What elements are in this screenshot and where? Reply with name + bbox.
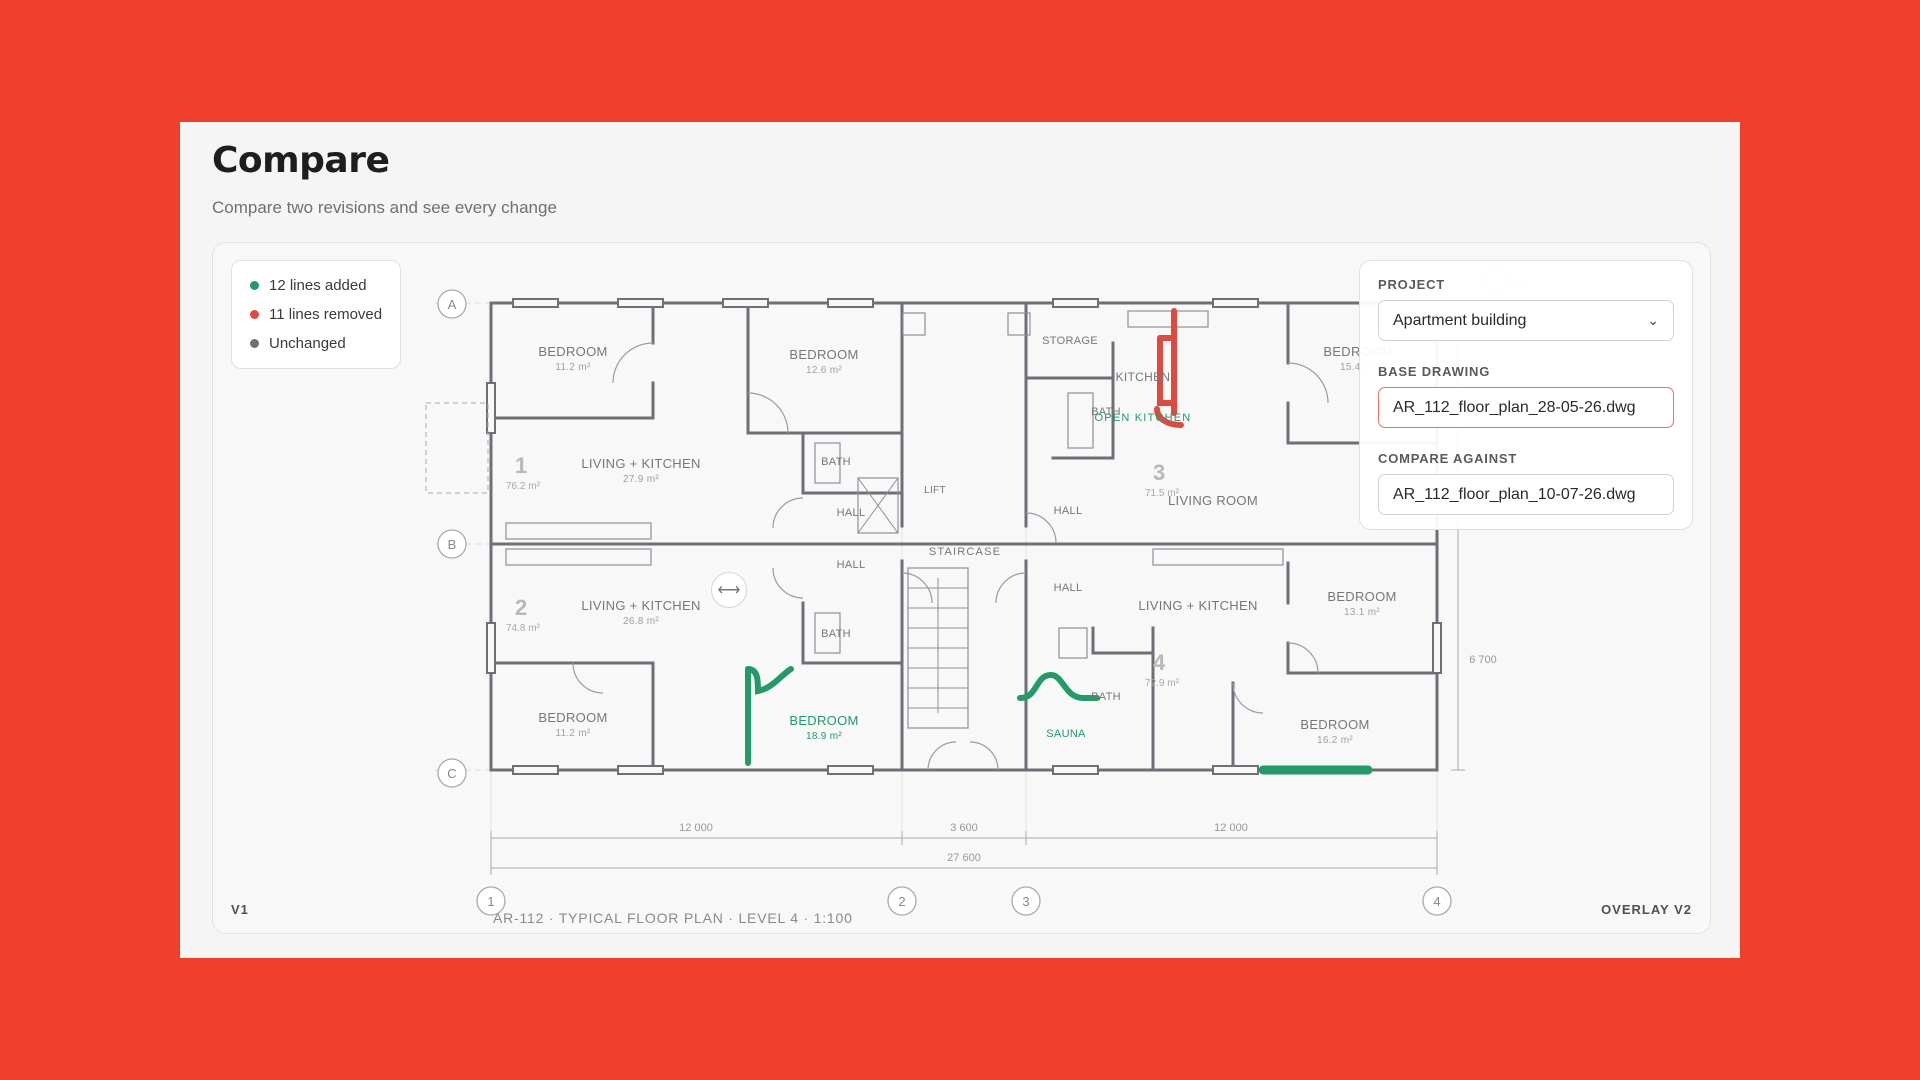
compare-window: Compare Compare two revisions and see ev… (180, 122, 1740, 958)
room-label-6: LIFT (924, 485, 946, 496)
grid-col-1: 1 (487, 894, 494, 909)
legend-added-label: 12 lines added (269, 277, 367, 294)
room-label-1: BEDROOM (538, 344, 607, 359)
room-label-24: BEDROOM (1327, 589, 1396, 604)
unit-number-4: 4 (1153, 650, 1166, 675)
room-label-5: HALL (837, 507, 866, 519)
grid-row-a: A (448, 297, 457, 312)
version-right-label: OVERLAY V2 (1601, 902, 1692, 917)
compare-against-value: AR_112_floor_plan_10-07-26.dwg (1393, 485, 1636, 503)
dimension-height: 6 700 (1469, 654, 1497, 666)
swap-horizontal-icon: ⟷ (717, 582, 741, 599)
room-area-2: 12.6 m² (806, 365, 842, 376)
unit-number-2: 2 (515, 595, 527, 620)
room-area-24: 13.1 m² (1344, 607, 1380, 618)
unit-area-1: 76.2 m² (506, 481, 541, 492)
room-label-4: BATH (821, 456, 851, 468)
compare-settings-panel: PROJECT Apartment building ⌄ BASE DRAWIN… (1359, 260, 1693, 530)
plan-caption: AR-112 · TYPICAL FLOOR PLAN · LEVEL 4 · … (493, 910, 853, 926)
room-label-22: SAUNA (1046, 728, 1086, 740)
grid-col-2: 2 (898, 894, 905, 909)
room-label-14: STAIRCASE (929, 546, 1001, 558)
room-label-16: LIVING + KITCHEN (581, 598, 700, 613)
version-left-label: V1 (231, 902, 249, 917)
project-select[interactable]: Apartment building ⌄ (1378, 300, 1674, 341)
added-dot-icon (250, 281, 259, 290)
room-area-3: 27.9 m² (623, 474, 659, 485)
compare-against-label: COMPARE AGAINST (1378, 451, 1518, 466)
base-drawing-label: BASE DRAWING (1378, 364, 1491, 379)
room-label-10: BATH (1091, 406, 1121, 418)
unit-area-2: 74.8 m² (506, 623, 541, 634)
room-label-12: HALL (1054, 505, 1083, 517)
base-drawing-value: AR_112_floor_plan_28-05-26.dwg (1393, 398, 1636, 416)
dimension-3: 12 000 (1214, 822, 1248, 834)
room-label-8: KITCHEN (1116, 370, 1171, 384)
room-area-18: 11.2 m² (555, 728, 591, 739)
room-label-17: BATH (821, 628, 851, 640)
room-label-7: STORAGE (1042, 335, 1098, 347)
page-subtitle: Compare two revisions and see every chan… (212, 198, 557, 217)
room-label-25: BEDROOM (1300, 717, 1369, 732)
grid-col-4: 4 (1433, 894, 1440, 909)
grid-row-c: C (447, 766, 456, 781)
room-label-19: BEDROOM (789, 713, 858, 728)
room-label-20: HALL (1054, 582, 1083, 594)
chevron-down-icon: ⌄ (1647, 312, 1659, 328)
project-label: PROJECT (1378, 277, 1446, 292)
legend-item-added: 12 lines added (232, 271, 400, 300)
room-label-21: BATH (1091, 691, 1121, 703)
legend-removed-label: 11 lines removed (269, 306, 383, 323)
unit-number-1: 1 (515, 453, 527, 478)
dimension-total: 27 600 (947, 852, 981, 864)
unit-area-3: 71.5 m² (1145, 488, 1180, 499)
room-area-25: 16.2 m² (1317, 735, 1353, 746)
grid-col-3: 3 (1022, 894, 1029, 909)
dimension-1: 12 000 (679, 822, 713, 834)
legend: 12 lines added 11 lines removed Unchange… (231, 260, 401, 369)
base-drawing-field[interactable]: AR_112_floor_plan_28-05-26.dwg (1378, 387, 1674, 428)
room-label-18: BEDROOM (538, 710, 607, 725)
unchanged-dot-icon (250, 339, 259, 348)
grid-row-b: B (448, 537, 457, 552)
legend-item-removed: 11 lines removed (232, 300, 400, 329)
legend-item-unchanged: Unchanged (232, 329, 400, 358)
unit-number-3: 3 (1153, 460, 1165, 485)
legend-unchanged-label: Unchanged (269, 335, 346, 352)
comparison-canvas[interactable]: A B C 1 2 3 4 BEDROOM 11.2 m² BEDROOM 12… (212, 242, 1711, 934)
room-label-2: BEDROOM (789, 347, 858, 362)
room-area-16: 26.8 m² (623, 616, 659, 627)
page-title: Compare (212, 140, 390, 181)
room-label-15: HALL (837, 559, 866, 571)
room-label-11: LIVING ROOM (1168, 493, 1258, 508)
room-label-3: LIVING + KITCHEN (581, 456, 700, 471)
unit-area-4: 72.9 m² (1145, 678, 1180, 689)
project-value: Apartment building (1393, 311, 1527, 329)
dimension-2: 3 600 (950, 822, 978, 834)
room-area-1: 11.2 m² (555, 362, 591, 373)
removed-dot-icon (250, 310, 259, 319)
swipe-handle[interactable]: ⟷ (711, 572, 747, 608)
room-area-19: 18.9 m² (806, 731, 842, 742)
room-label-23: LIVING + KITCHEN (1138, 598, 1257, 613)
compare-against-field[interactable]: AR_112_floor_plan_10-07-26.dwg (1378, 474, 1674, 515)
